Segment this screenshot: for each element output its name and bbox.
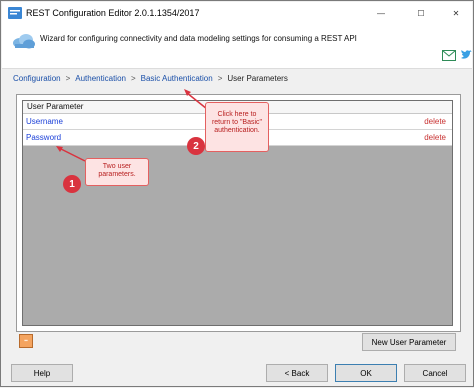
maximize-icon: ☐ <box>417 8 425 18</box>
delete-link[interactable]: delete <box>424 133 446 142</box>
breadcrumb-authentication[interactable]: Authentication <box>75 74 126 83</box>
new-user-parameter-button[interactable]: New User Parameter <box>362 333 456 351</box>
help-button[interactable]: Help <box>11 364 73 382</box>
breadcrumb-separator: > <box>65 74 71 83</box>
annotation-callout-1: Two user parameters. <box>85 158 149 186</box>
annotation-badge-1: 1 <box>63 175 81 193</box>
wizard-header: Wizard for configuring connectivity and … <box>2 24 472 69</box>
minimize-button[interactable]: — <box>364 2 398 24</box>
parameter-name-link[interactable]: Username <box>26 117 63 126</box>
wizard-description: Wizard for configuring connectivity and … <box>40 34 357 43</box>
maximize-button[interactable]: ☐ <box>404 2 438 24</box>
annotation-number-1: 1 <box>69 178 75 190</box>
annotation-badge-2: 2 <box>187 137 205 155</box>
new-user-parameter-label: New User Parameter <box>371 337 447 347</box>
breadcrumb-basic-authentication[interactable]: Basic Authentication <box>141 74 213 83</box>
back-button[interactable]: < Back <box>266 364 328 382</box>
ok-button[interactable]: OK <box>335 364 397 382</box>
app-icon <box>8 7 22 19</box>
breadcrumb-separator: > <box>217 74 223 83</box>
annotation-text-2: Click here to return to "Basic" authenti… <box>211 111 263 134</box>
sql-icon[interactable]: ▪▪ <box>19 334 33 348</box>
column-header-user-parameter: User Parameter <box>27 102 84 111</box>
cancel-button-label: Cancel <box>422 368 448 378</box>
back-button-label: < Back <box>284 368 310 378</box>
cancel-button[interactable]: Cancel <box>404 364 466 382</box>
help-button-label: Help <box>33 368 51 378</box>
close-button[interactable]: ✕ <box>439 2 473 24</box>
annotation-text-1: Two user parameters. <box>98 163 136 178</box>
annotation-number-2: 2 <box>193 140 199 152</box>
window-title: REST Configuration Editor 2.0.1.1354/201… <box>26 8 200 18</box>
configuration-editor-window: REST Configuration Editor 2.0.1.1354/201… <box>0 0 474 387</box>
breadcrumb-separator: > <box>130 74 136 83</box>
annotation-callout-2: Click here to return to "Basic" authenti… <box>205 102 269 152</box>
parameter-name-link[interactable]: Password <box>26 133 61 142</box>
twitter-bird-icon[interactable] <box>460 50 472 61</box>
mail-icon[interactable] <box>442 50 456 61</box>
title-bar: REST Configuration Editor 2.0.1.1354/201… <box>2 2 472 24</box>
ok-button-label: OK <box>360 368 372 378</box>
breadcrumb: Configuration > Authentication > Basic Authe… <box>13 74 288 83</box>
breadcrumb-configuration[interactable]: Configuration <box>13 74 61 83</box>
close-icon: ✕ <box>452 8 460 18</box>
cloud-icon <box>13 34 35 49</box>
minimize-icon: — <box>377 8 385 18</box>
delete-link[interactable]: delete <box>424 117 446 126</box>
breadcrumb-current-page: User Parameters <box>227 74 288 83</box>
